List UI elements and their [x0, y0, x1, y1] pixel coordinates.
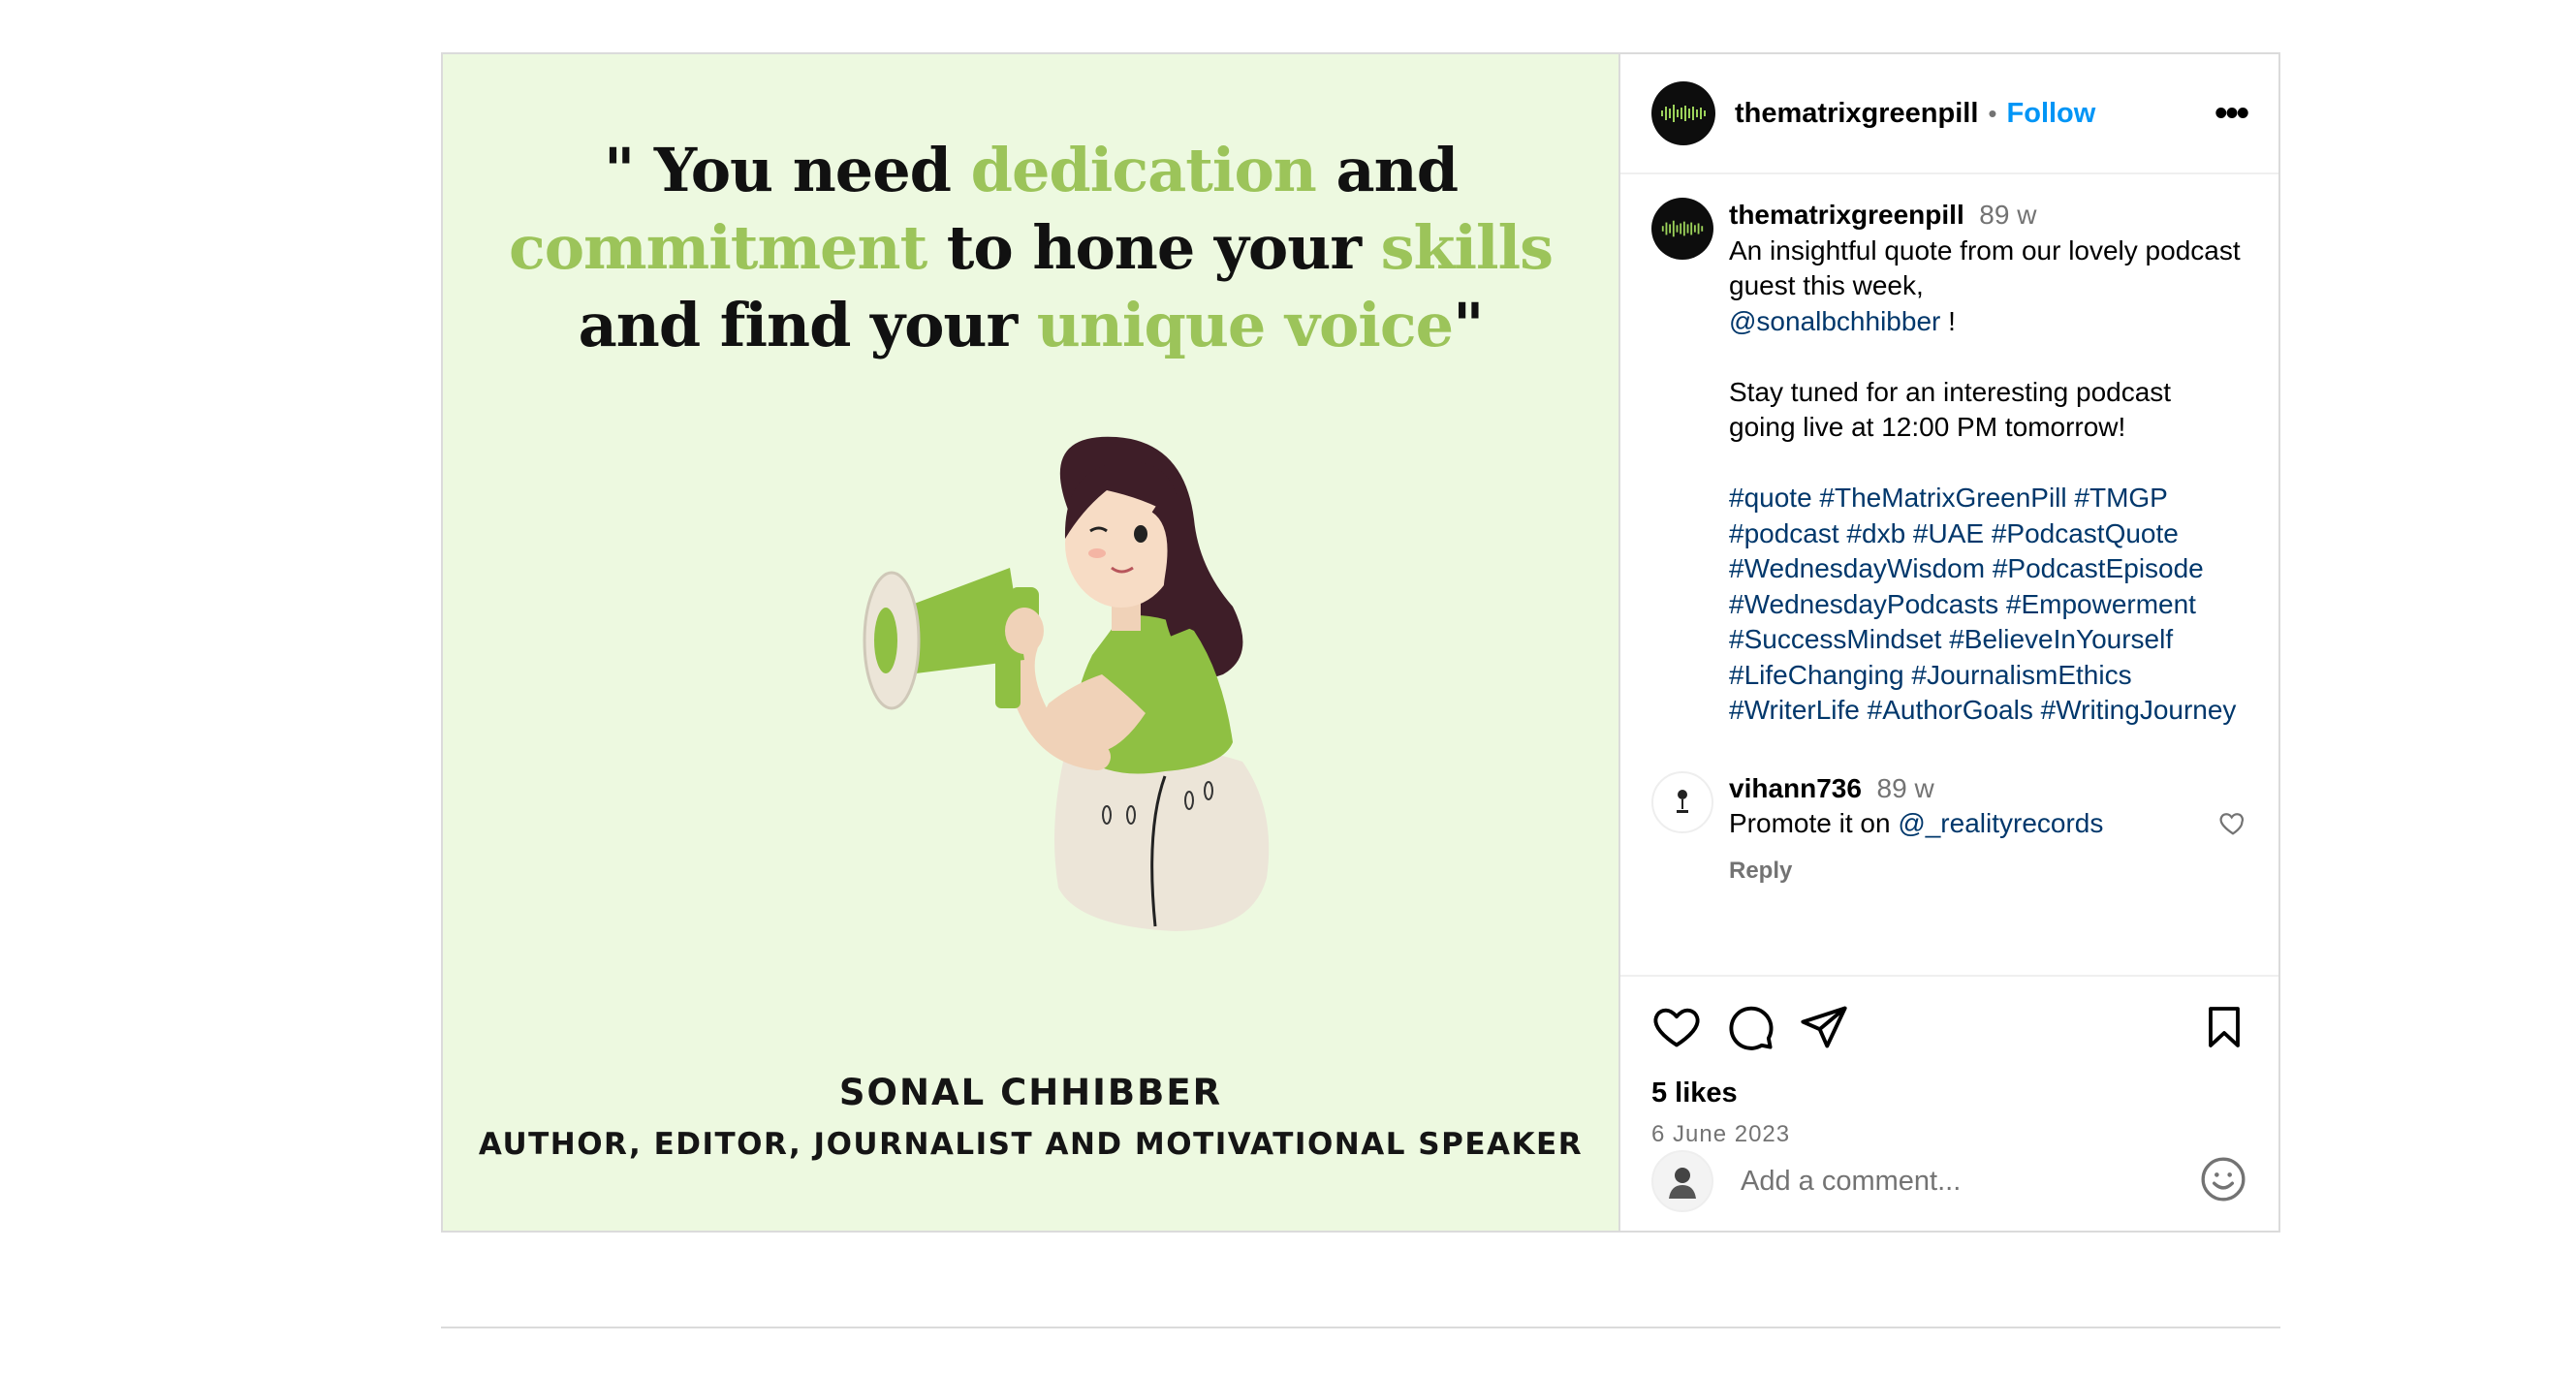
comment-icon[interactable] [1725, 1002, 1775, 1052]
account-avatar[interactable] [1651, 81, 1715, 145]
caption-text: An insightful quote from our lovely podc… [1729, 234, 2241, 301]
quote-highlight: skills [1380, 212, 1554, 283]
caption-username[interactable]: thematrixgreenpill [1729, 200, 1964, 230]
caption-mention[interactable]: @sonalbchhibber [1729, 306, 1940, 336]
comment-like-heart-icon[interactable] [2218, 808, 2247, 837]
caption-hashtags[interactable]: #quote #TheMatrixGreenPill #TMGP #podcas… [1729, 483, 2236, 725]
quote-highlight: dedication [970, 135, 1317, 205]
comment-age[interactable]: 89 w [1877, 773, 1934, 803]
heart-icon[interactable] [1651, 1002, 1702, 1052]
more-options-icon[interactable]: ••• [2215, 93, 2249, 135]
header-username[interactable]: thematrixgreenpill [1735, 98, 1978, 130]
post-image[interactable]: " You need dedication and commitment to … [443, 54, 1620, 1231]
microphone-icon [1677, 789, 1688, 813]
likes-count[interactable]: 5 likes [1651, 1077, 2247, 1109]
caption: thematrixgreenpill 89 w An insightful qu… [1651, 198, 2247, 729]
quote-segment: " You need [603, 135, 971, 205]
quote-highlight: commitment [508, 212, 927, 283]
paper-plane-icon[interactable] [1799, 1002, 1849, 1052]
comment-body: vihann736 89 w Promote it on @_realityre… [1729, 771, 2243, 890]
action-icons [1651, 998, 2247, 1056]
person-icon [1669, 1168, 1696, 1199]
logo-icon [1661, 105, 1706, 122]
quote-segment: and [1315, 135, 1459, 205]
speaker-role: AUTHOR, EDITOR, JOURNALIST AND MOTIVATIO… [478, 1127, 1584, 1162]
speaker-credit: SONAL CHHIBBER AUTHOR, EDITOR, JOURNALIS… [443, 1072, 1618, 1162]
user-avatar[interactable] [1651, 1150, 1713, 1212]
logo-icon [1661, 220, 1704, 237]
commenter-avatar[interactable] [1651, 770, 1713, 833]
quote-segment: " [1453, 290, 1484, 360]
comment-item: vihann736 89 w Promote it on @_realityre… [1651, 770, 2247, 890]
quote-text: " You need dedication and commitment to … [443, 132, 1618, 364]
comments-panel[interactable]: thematrixgreenpill 89 w An insightful qu… [1620, 174, 2278, 975]
caption-text-end: ! [1940, 305, 1956, 336]
comment-mention[interactable]: @_realityrecords [1898, 808, 2103, 838]
woman-megaphone-illustration [863, 436, 1270, 931]
reply-button[interactable]: Reply [1729, 854, 2243, 890]
quote-segment: to hone your [927, 212, 1381, 283]
comment-text: Promote it on [1729, 808, 1899, 838]
feed-divider [441, 1327, 2280, 1328]
caption-avatar[interactable] [1651, 198, 1713, 260]
post-card: " You need dedication and commitment to … [441, 52, 2280, 1233]
action-bar: 5 likes 6 June 2023 [1620, 975, 2278, 1234]
commenter-username[interactable]: vihann736 [1729, 773, 1862, 803]
caption-body: thematrixgreenpill 89 w An insightful qu… [1729, 198, 2243, 729]
add-comment-row [1620, 1128, 2278, 1234]
post-header: thematrixgreenpill • Follow ••• [1620, 54, 2278, 174]
smiley-icon[interactable] [2199, 1155, 2247, 1208]
bookmark-icon[interactable] [2201, 1002, 2247, 1052]
caption-age[interactable]: 89 w [1979, 200, 2036, 230]
separator-dot: • [1988, 98, 1997, 128]
quote-segment: and find your [578, 290, 1037, 360]
add-comment-input[interactable] [1739, 1164, 2199, 1199]
post-sidebar: thematrixgreenpill • Follow ••• thematri… [1620, 54, 2278, 1231]
speaker-name: SONAL CHHIBBER [838, 1072, 1223, 1113]
caption-text-2: Stay tuned for an interesting podcast go… [1729, 376, 2172, 443]
quote-highlight: unique voice [1036, 290, 1454, 360]
follow-button[interactable]: Follow [2007, 98, 2096, 130]
